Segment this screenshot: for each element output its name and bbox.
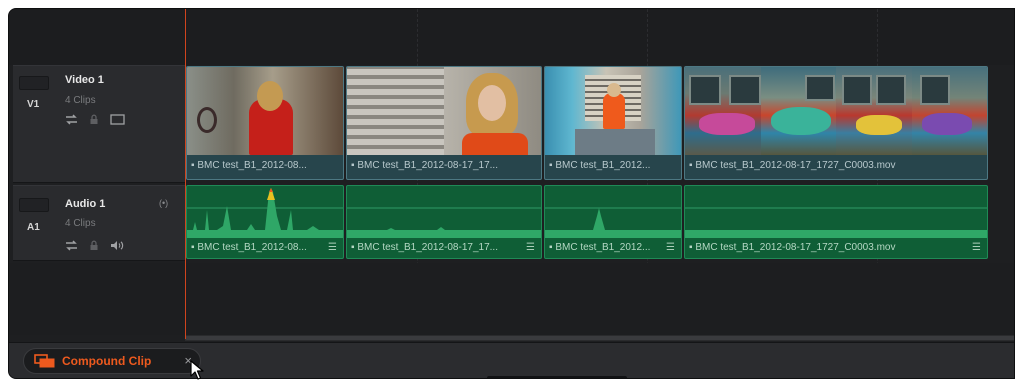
track-clip-count: 4 Clips xyxy=(65,218,96,229)
audio-track-header[interactable]: A1 Audio 1 4 Clips (•) xyxy=(13,185,185,261)
clip-thumbnails xyxy=(347,67,541,155)
clip-thumbnail xyxy=(911,67,987,155)
audio-waveform xyxy=(545,207,681,238)
mouse-cursor-icon xyxy=(190,360,206,380)
clip-thumbnail xyxy=(187,67,343,155)
clip-label: ▪ BMC test_B1_2012-08-17_1727_C0003.mov xyxy=(689,160,896,171)
video-clip[interactable]: ▪ BMC test_B1_2012... xyxy=(544,66,682,180)
clip-label: ▪ BMC test_B1_2012-08-17_17... xyxy=(351,242,498,253)
solo-mute-button[interactable]: (•) xyxy=(159,198,168,208)
track-patch-box[interactable] xyxy=(19,76,49,90)
video-track-header[interactable]: V1 Video 1 4 Clips xyxy=(13,65,185,183)
track-id: V1 xyxy=(27,99,40,110)
video-track-lane[interactable]: ▪ BMC test_B1_2012-08... ▪ BMC test_B1_2… xyxy=(186,66,1014,182)
link-icon[interactable] xyxy=(65,113,78,125)
clip-thumbnail xyxy=(545,67,681,155)
timeline-ruler-area[interactable] xyxy=(9,9,1014,65)
lock-icon[interactable] xyxy=(89,239,99,251)
video-clip[interactable]: ▪ BMC test_B1_2012-08-17_1727_C0003.mov xyxy=(684,66,988,180)
lock-icon[interactable] xyxy=(89,113,99,125)
empty-track-area[interactable] xyxy=(9,263,1014,335)
horizontal-scrollbar[interactable] xyxy=(185,335,1014,341)
clip-label: ▪ BMC test_B1_2012-08... xyxy=(191,160,307,171)
clip-thumbnails xyxy=(187,67,343,155)
clip-thumbnails xyxy=(685,67,987,155)
track-patch-box[interactable] xyxy=(19,198,49,212)
video-clip[interactable]: ▪ BMC test_B1_2012-08-17_17... xyxy=(346,66,542,180)
clip-menu-icon[interactable]: ☰ xyxy=(328,242,337,253)
audio-waveform xyxy=(685,207,987,238)
tab-label: Compound Clip xyxy=(62,354,152,368)
clip-menu-icon[interactable]: ☰ xyxy=(526,242,535,253)
clip-menu-icon[interactable]: ☰ xyxy=(972,242,981,253)
timeline-window: V1 Video 1 4 Clips A1 Audio 1 4 Clips (•… xyxy=(8,8,1015,379)
video-clip[interactable]: ▪ BMC test_B1_2012-08... xyxy=(186,66,344,180)
resize-handle[interactable] xyxy=(487,376,627,378)
clip-thumbnail xyxy=(760,67,836,155)
audio-clip[interactable]: ▪ BMC test_B1_2012-08-17_17... ☰ xyxy=(346,185,542,259)
track-controls xyxy=(65,239,125,251)
audio-clip[interactable]: ▪ BMC test_B1_2012... ☰ xyxy=(544,185,682,259)
timeline-tab-bar: Compound Clip × xyxy=(9,342,1014,378)
monitor-icon[interactable] xyxy=(110,113,125,125)
compound-clip-tab[interactable]: Compound Clip × xyxy=(23,348,201,374)
clip-menu-icon[interactable]: ☰ xyxy=(666,242,675,253)
track-clip-count: 4 Clips xyxy=(65,95,96,106)
link-icon[interactable] xyxy=(65,239,78,251)
audio-clip[interactable]: ▪ BMC test_B1_2012-08... ☰ xyxy=(186,185,344,259)
clip-thumbnail xyxy=(685,67,761,155)
clip-label: ▪ BMC test_B1_2012... xyxy=(549,160,651,171)
clip-thumbnails xyxy=(545,67,681,155)
speaker-icon[interactable] xyxy=(110,239,125,251)
clip-thumbnail xyxy=(347,67,444,155)
clip-label: ▪ BMC test_B1_2012... xyxy=(549,242,651,253)
clip-label: ▪ BMC test_B1_2012-08-17_1727_C0003.mov xyxy=(689,242,896,253)
track-name: Video 1 xyxy=(65,74,104,86)
track-controls xyxy=(65,113,125,125)
track-id: A1 xyxy=(27,222,40,233)
clip-thumbnail xyxy=(444,67,541,155)
audio-waveform xyxy=(187,188,343,238)
clip-label: ▪ BMC test_B1_2012-08... xyxy=(191,242,307,253)
clip-label: ▪ BMC test_B1_2012-08-17_17... xyxy=(351,160,498,171)
scrollbar-thumb[interactable] xyxy=(185,336,1014,340)
compound-clip-icon xyxy=(34,354,56,368)
track-name: Audio 1 xyxy=(65,198,106,210)
clip-thumbnail xyxy=(836,67,912,155)
audio-waveform xyxy=(347,207,541,238)
playhead[interactable] xyxy=(185,9,186,339)
audio-track-lane[interactable]: ▪ BMC test_B1_2012-08... ☰ ▪ BMC test_B1… xyxy=(186,185,1014,261)
audio-clip[interactable]: ▪ BMC test_B1_2012-08-17_1727_C0003.mov … xyxy=(684,185,988,259)
